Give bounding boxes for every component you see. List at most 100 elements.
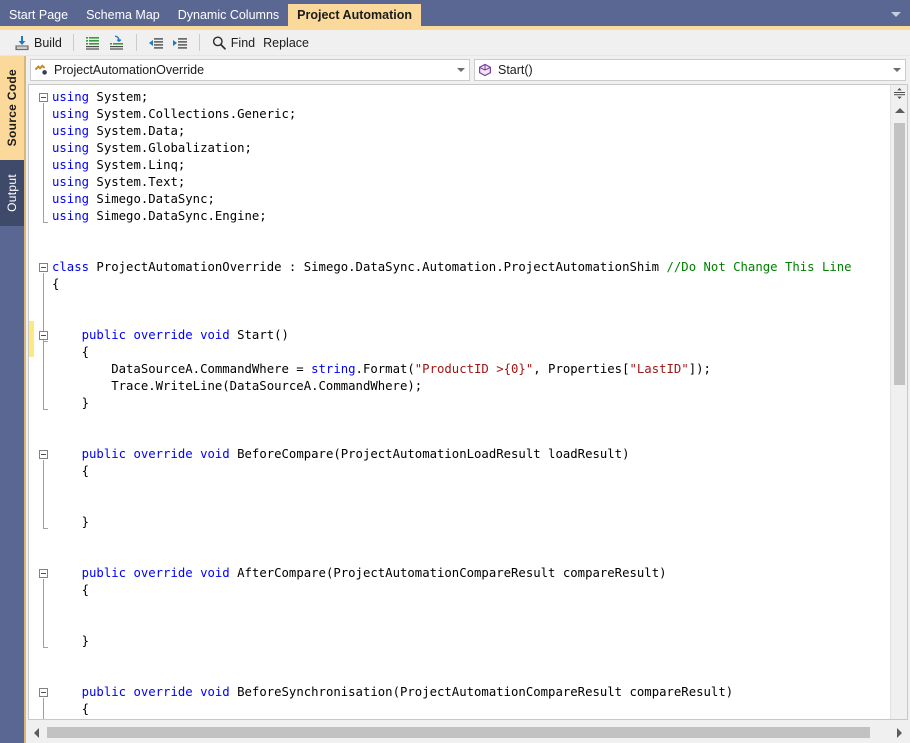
code-line: using System.Collections.Generic; <box>52 107 297 121</box>
code-line: } <box>52 634 90 648</box>
code-navigation-bar: ProjectAutomationOverride Start() <box>26 56 910 84</box>
build-icon <box>15 35 29 50</box>
scroll-up-button[interactable] <box>891 103 907 118</box>
find-button[interactable]: Find <box>207 32 259 54</box>
fold-guide-end <box>43 528 48 529</box>
member-dropdown-value: Start() <box>498 63 533 77</box>
find-label: Find <box>230 35 256 50</box>
split-pane-handle[interactable] <box>891 85 907 101</box>
tab-schema-map[interactable]: Schema Map <box>77 4 169 26</box>
indent-icon <box>172 37 187 49</box>
source-code-editor-panel: ProjectAutomationOverride Start() using … <box>24 56 910 743</box>
code-line: using System; <box>52 90 149 104</box>
replace-label: Replace <box>263 35 309 50</box>
comment-lines-icon <box>85 36 99 50</box>
chevron-down-icon <box>891 11 901 17</box>
left-vertical-tab-strip: Source Code Output <box>0 56 24 743</box>
comment-selection-button[interactable] <box>81 32 105 54</box>
outdent-button[interactable] <box>144 32 168 54</box>
scroll-left-icon <box>34 727 39 738</box>
build-button[interactable]: Build <box>10 32 66 54</box>
indent-button[interactable] <box>168 32 192 54</box>
scroll-right-icon <box>897 727 902 738</box>
code-line: using Simego.DataSync; <box>52 192 215 206</box>
fold-toggle[interactable] <box>39 450 48 459</box>
document-tab-bar: Start Page Schema Map Dynamic Columns Pr… <box>0 0 910 26</box>
code-line: { <box>52 583 90 597</box>
fold-toggle[interactable] <box>39 331 48 340</box>
uncomment-selection-button[interactable] <box>105 32 129 54</box>
tab-project-automation[interactable]: Project Automation <box>288 4 421 26</box>
split-pane-icon <box>894 87 905 99</box>
scroll-right-button[interactable] <box>891 724 908 741</box>
vertical-scrollbar[interactable] <box>890 85 907 719</box>
fold-toggle[interactable] <box>39 263 48 272</box>
tab-start-page[interactable]: Start Page <box>0 4 77 26</box>
vertical-scroll-thumb[interactable] <box>894 123 905 385</box>
fold-toggle[interactable] <box>39 688 48 697</box>
code-line: { <box>52 464 90 478</box>
fold-guide-line <box>43 103 44 222</box>
code-text[interactable]: using System; using System.Collections.Ge… <box>52 85 907 719</box>
fold-toggle[interactable] <box>39 569 48 578</box>
code-line: public override void AfterCompare(Projec… <box>81 566 667 580</box>
project-automation-window: Start Page Schema Map Dynamic Columns Pr… <box>0 0 910 743</box>
vertical-tab-label: Output <box>5 174 19 212</box>
fold-guide-line <box>43 460 44 528</box>
code-folding-gutter[interactable] <box>34 85 52 719</box>
code-line: DataSourceA.CommandWhere = string.Format… <box>52 362 711 376</box>
tab-label: Dynamic Columns <box>177 8 280 22</box>
code-line: using System.Data; <box>52 124 186 138</box>
class-dropdown-value: ProjectAutomationOverride <box>54 63 205 77</box>
horizontal-scrollbar[interactable] <box>28 724 908 741</box>
code-editor-surface[interactable]: using System; using System.Collections.Ge… <box>28 84 908 720</box>
vertical-tab-output[interactable]: Output <box>0 160 24 226</box>
code-line: Trace.WriteLine(DataSourceA.CommandWhere… <box>52 379 423 393</box>
scroll-left-button[interactable] <box>28 724 45 741</box>
method-icon <box>475 63 495 77</box>
fold-toggle[interactable] <box>39 93 48 102</box>
chevron-down-icon[interactable] <box>453 68 469 72</box>
class-dropdown[interactable]: ProjectAutomationOverride <box>30 59 470 81</box>
code-line: class ProjectAutomationOverride : Simego… <box>52 260 852 274</box>
build-label: Build <box>34 35 62 50</box>
toolbar-separator <box>135 34 137 51</box>
code-line: { <box>52 345 90 359</box>
tab-overflow-button[interactable] <box>888 6 904 22</box>
tab-dynamic-columns[interactable]: Dynamic Columns <box>169 4 288 26</box>
code-line: public override void BeforeCompare(Proje… <box>81 447 630 461</box>
code-line: public override void BeforeSynchronisati… <box>81 685 734 699</box>
horizontal-scroll-thumb[interactable] <box>47 727 870 738</box>
class-icon <box>31 63 51 77</box>
uncomment-lines-icon <box>109 35 123 50</box>
member-dropdown[interactable]: Start() <box>474 59 906 81</box>
code-line: using Simego.DataSync.Engine; <box>52 209 267 223</box>
replace-button[interactable]: Replace <box>259 32 313 54</box>
fold-guide-line <box>43 341 44 409</box>
code-line: } <box>52 515 90 529</box>
code-line: using System.Text; <box>52 175 186 189</box>
code-line: using System.Linq; <box>52 158 186 172</box>
code-line: public override void Start() <box>81 328 289 342</box>
vertical-tab-label: Source Code <box>5 69 19 147</box>
chevron-down-icon[interactable] <box>889 68 905 72</box>
fold-guide-end <box>43 647 48 648</box>
fold-guide-line <box>43 579 44 647</box>
outdent-icon <box>148 37 163 49</box>
tab-label: Schema Map <box>86 8 160 22</box>
code-line: } <box>52 396 90 410</box>
code-line: using System.Globalization; <box>52 141 252 155</box>
vertical-tab-source-code[interactable]: Source Code <box>0 56 24 160</box>
